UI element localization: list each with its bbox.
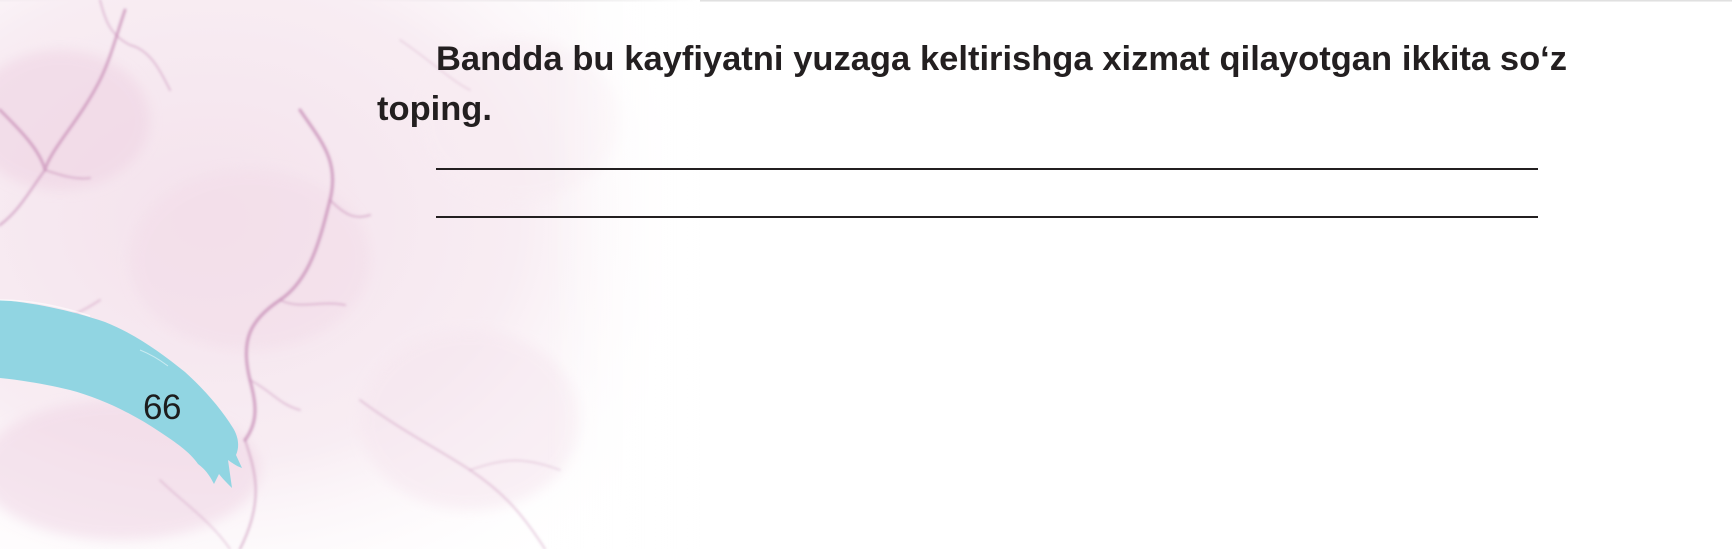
exercise-question: Bandda bu kayfiyatni yuzaga keltirishga … xyxy=(377,40,1567,128)
textbook-page: 66 Bandda bu kayfiyatni yuzaga keltirish… xyxy=(0,0,1732,549)
page-number-brush xyxy=(0,299,242,488)
page-number: 66 xyxy=(143,388,181,427)
answer-line[interactable] xyxy=(436,216,1538,218)
answer-line[interactable] xyxy=(436,168,1538,170)
